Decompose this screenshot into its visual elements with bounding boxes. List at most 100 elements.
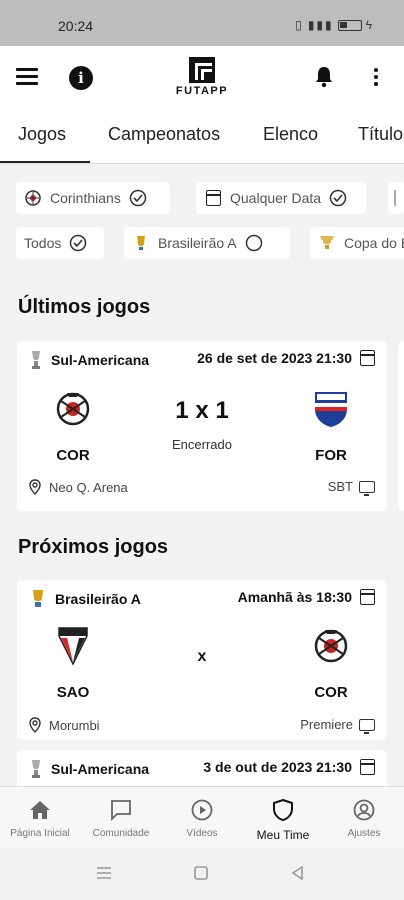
match-datetime-text: 26 de set de 2023 21:30	[197, 350, 352, 366]
app-name: FUTAPP	[175, 85, 229, 97]
logo-mark-icon	[189, 57, 215, 83]
match-card-next-0[interactable]: Brasileirão A Amanhã às 18:30 SAO x COR …	[17, 580, 387, 740]
filter-all-label: Todos	[24, 235, 62, 251]
next-games-title: Próximos jogos	[18, 536, 169, 558]
system-icons: ▯ ▮▮▮ ϟ	[295, 18, 374, 32]
away-team-code: COR	[314, 684, 348, 701]
filter-team-label: Corinthians	[50, 190, 121, 206]
match-datetime-text: Amanhã às 18:30	[237, 589, 352, 605]
radio-empty-icon	[245, 234, 262, 252]
tab-campeonatos[interactable]: Campeonatos	[108, 124, 220, 145]
check-circle-icon	[329, 189, 347, 207]
filter-all-chip[interactable]: Todos	[16, 227, 104, 259]
calendar-icon[interactable]	[360, 759, 375, 775]
copa-trophy-icon	[318, 234, 336, 252]
chat-icon	[111, 800, 131, 822]
match-venue: Neo Q. Arena	[29, 479, 128, 495]
match-broadcast: Premiere	[300, 717, 375, 734]
match-datetime: 26 de set de 2023 21:30	[197, 350, 375, 366]
match-status: Encerrado	[172, 437, 232, 452]
chip-edge	[394, 190, 396, 206]
match-league: Sul-Americana	[29, 759, 149, 779]
filter-more-chip[interactable]	[388, 182, 404, 214]
match-venue: Morumbi	[29, 717, 100, 733]
home-team-code: COR	[56, 447, 90, 464]
match-datetime: Amanhã às 18:30	[238, 589, 375, 605]
tv-icon	[359, 480, 375, 496]
nav-my-team-label: Meu Time	[256, 828, 310, 842]
match-broadcast-name: Premiere	[300, 717, 353, 732]
home-icon	[30, 801, 50, 819]
sulamericana-trophy-icon	[32, 351, 40, 369]
match-league: Brasileirão A	[29, 589, 141, 609]
corinthians-crest-icon	[56, 392, 90, 426]
home-team: COR	[43, 389, 103, 464]
match-league-name: Sul-Americana	[51, 352, 150, 368]
calendar-icon	[204, 189, 222, 207]
home-button-icon[interactable]	[193, 866, 209, 880]
nav-settings[interactable]: Ajustes	[324, 799, 404, 839]
calendar-icon[interactable]	[360, 350, 375, 366]
nav-community-label: Comunidade	[92, 828, 150, 839]
shield-icon	[273, 798, 293, 822]
filter-brasileirao-chip[interactable]: Brasileirão A	[124, 227, 290, 259]
match-league-name: Sul-Americana	[51, 761, 150, 777]
notification-bell-icon[interactable]	[314, 66, 334, 88]
match-card-next-1[interactable]: Sul-Americana 3 de out de 2023 21:30	[17, 750, 387, 790]
home-team-code: SAO	[56, 684, 90, 701]
active-tab-indicator	[0, 161, 90, 163]
nav-settings-label: Ajustes	[347, 828, 381, 839]
nav-community[interactable]: Comunidade	[81, 799, 161, 839]
match-versus: x	[197, 648, 207, 665]
bottom-navigation: Página Inicial Comunidade Vídeos Meu Tim…	[0, 786, 404, 848]
match-venue-name: Neo Q. Arena	[49, 479, 128, 495]
corinthians-crest-icon	[314, 629, 348, 663]
match-score: 1 x 1	[175, 397, 229, 424]
filter-date-label: Qualquer Data	[230, 190, 322, 206]
recent-apps-icon[interactable]	[96, 866, 112, 880]
filter-team-chip[interactable]: Corinthians	[16, 182, 170, 214]
match-venue-name: Morumbi	[49, 717, 100, 733]
user-settings-icon	[353, 799, 375, 821]
brasileirao-trophy-icon	[33, 590, 43, 607]
match-broadcast-name: SBT	[327, 479, 353, 494]
tab-elenco[interactable]: Elenco	[263, 124, 318, 145]
tab-titulos[interactable]: Títulos	[358, 124, 404, 145]
nav-my-team[interactable]: Meu Time	[243, 798, 323, 842]
match-datetime: 3 de out de 2023 21:30	[203, 759, 375, 775]
more-options-icon[interactable]	[372, 68, 380, 89]
nav-home[interactable]: Página Inicial	[0, 799, 80, 839]
nav-videos[interactable]: Vídeos	[162, 799, 242, 839]
brasileirao-trophy-icon	[132, 234, 150, 252]
home-team: SAO	[43, 626, 103, 701]
last-games-title: Últimos jogos	[18, 296, 151, 318]
sulamericana-trophy-icon	[32, 760, 40, 778]
info-icon[interactable]: i	[69, 66, 93, 90]
corinthians-crest-icon	[24, 189, 42, 207]
match-broadcast: SBT	[327, 479, 375, 496]
away-team: FOR	[301, 389, 361, 464]
menu-icon[interactable]	[16, 68, 38, 89]
tab-jogos[interactable]: Jogos	[18, 124, 66, 145]
filter-brasileirao-label: Brasileirão A	[158, 235, 237, 251]
back-button-icon[interactable]	[290, 866, 306, 880]
match-league: Sul-Americana	[29, 350, 149, 370]
tv-icon	[359, 718, 375, 734]
battery-icon	[337, 19, 362, 31]
saopaulo-crest-icon	[58, 627, 88, 666]
filter-date-chip[interactable]: Qualquer Data	[196, 182, 366, 214]
play-icon	[191, 799, 213, 821]
app-logo: FUTAPP	[166, 57, 238, 97]
location-pin-icon	[29, 479, 41, 495]
signal-icon: ▮▮▮	[307, 18, 334, 32]
next-card-peek	[398, 341, 404, 511]
location-pin-icon	[29, 717, 41, 733]
match-league-name: Brasileirão A	[55, 591, 141, 607]
status-bar: 20:24 ▯ ▮▮▮ ϟ	[0, 0, 404, 46]
nav-home-label: Página Inicial	[10, 828, 70, 839]
calendar-icon[interactable]	[360, 589, 375, 605]
filter-copa-chip[interactable]: Copa do Brasil	[310, 227, 404, 259]
status-time: 20:24	[58, 18, 94, 34]
match-card-last-0[interactable]: Sul-Americana 26 de set de 2023 21:30 CO…	[17, 341, 387, 511]
fortaleza-crest-icon	[315, 392, 347, 427]
